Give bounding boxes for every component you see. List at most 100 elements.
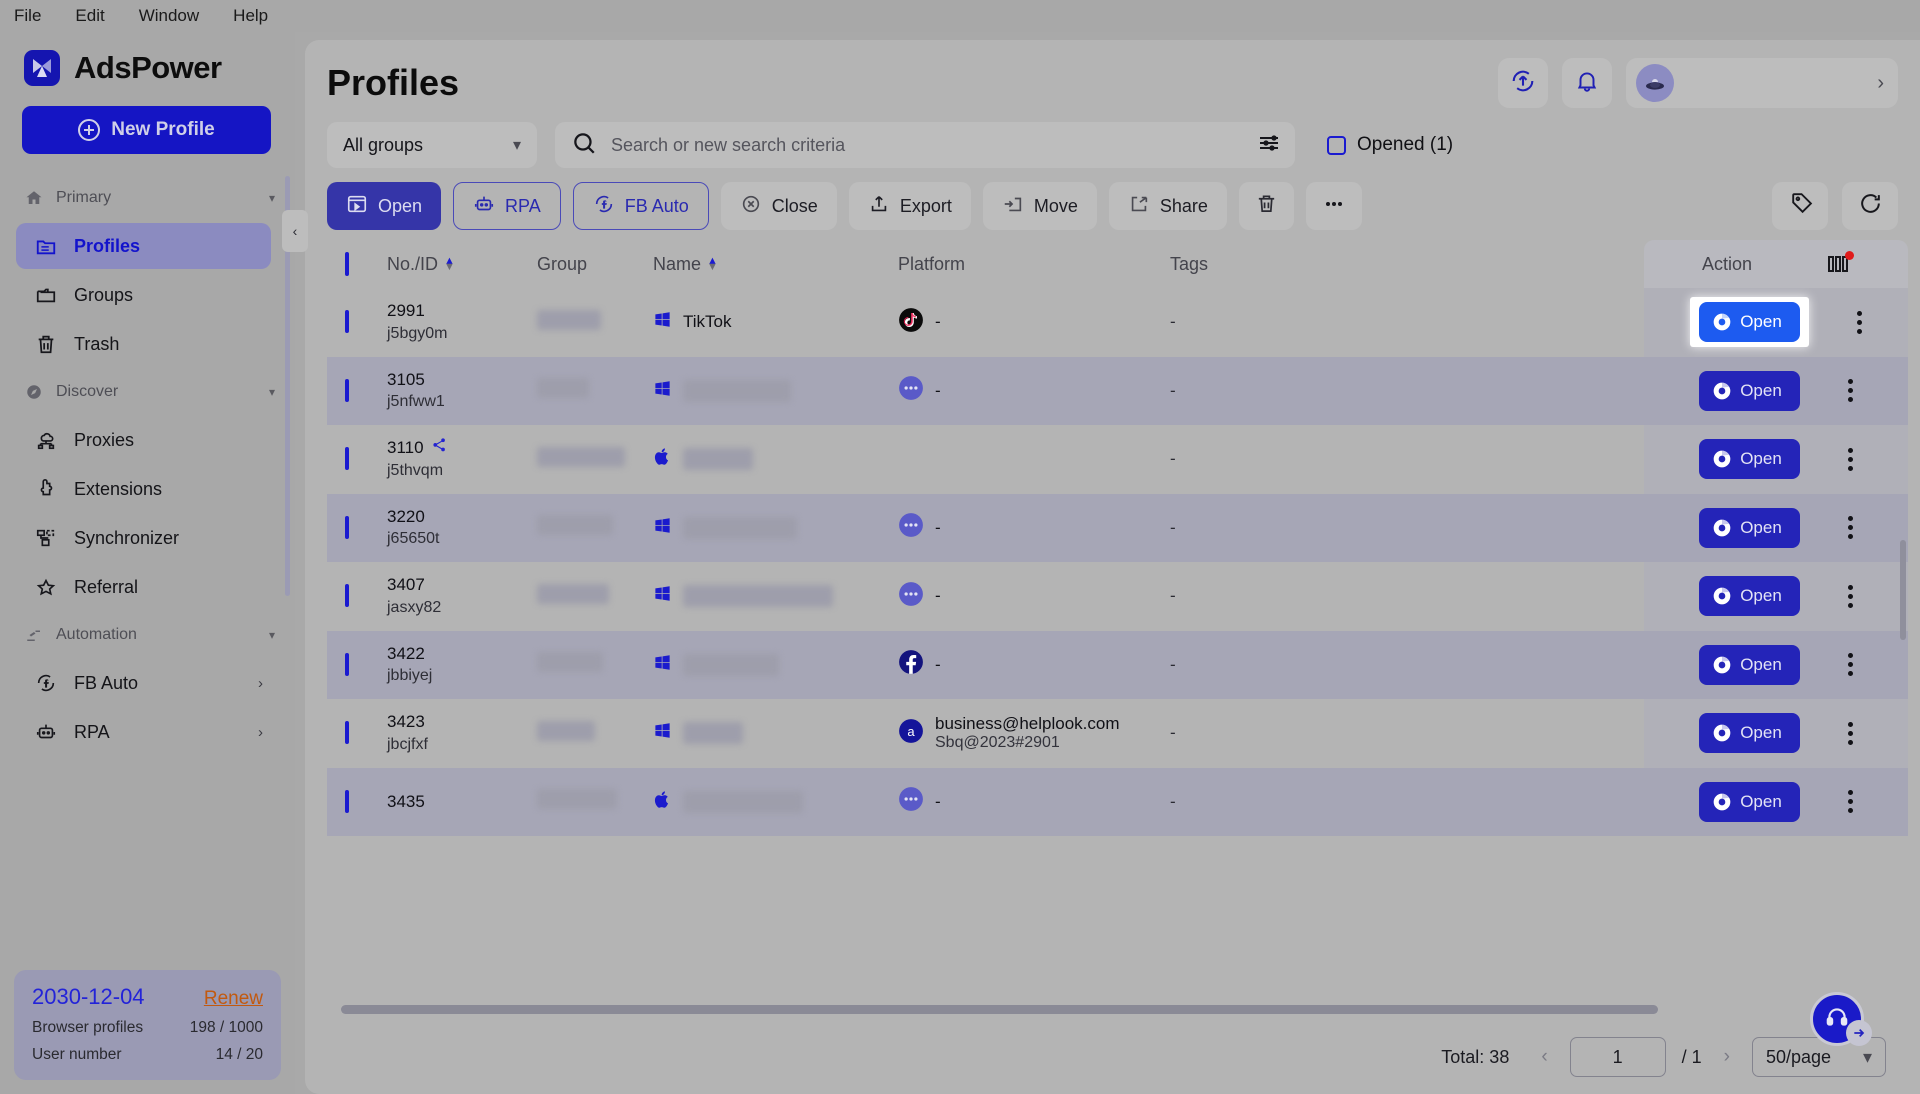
sidebar-item-profiles[interactable]: Profiles bbox=[16, 223, 271, 269]
table-row[interactable]: 2991 j5bgy0m TikTok - - Open bbox=[327, 288, 1908, 357]
menu-help[interactable]: Help bbox=[233, 6, 268, 26]
toolbar-export-button[interactable]: Export bbox=[848, 182, 971, 230]
row-more-button[interactable] bbox=[1856, 310, 1862, 334]
table-row[interactable]: 3407 jasxy82 - - Open bbox=[327, 562, 1908, 631]
table-row[interactable]: 3422 jbbiyej - - Open bbox=[327, 630, 1908, 699]
sidebar-item-proxies[interactable]: Proxies bbox=[16, 417, 271, 463]
close-circle-icon bbox=[740, 193, 762, 220]
menu-edit[interactable]: Edit bbox=[75, 6, 104, 26]
row-more-button[interactable] bbox=[1847, 584, 1853, 608]
row-checkbox[interactable] bbox=[345, 515, 387, 539]
os-icon bbox=[653, 584, 672, 608]
column-header-noid[interactable]: No./ID ▲ ▼ bbox=[387, 254, 537, 275]
row-more-button[interactable] bbox=[1847, 721, 1853, 745]
toolbar-fb-auto-button[interactable]: FB Auto bbox=[572, 182, 709, 230]
sidebar-item-rpa[interactable]: RPA › bbox=[16, 709, 271, 755]
menu-window[interactable]: Window bbox=[139, 6, 199, 26]
column-header-name[interactable]: Name ▲ ▼ bbox=[653, 254, 898, 275]
tag-manage-button[interactable] bbox=[1772, 182, 1828, 230]
group-filter-select[interactable]: All groups ▾ bbox=[327, 122, 537, 168]
table-row[interactable]: 3423 jbcjfxf a business@helplook.com Sbq@202… bbox=[327, 699, 1908, 768]
table-row[interactable]: 3105 j5nfww1 - - Open bbox=[327, 356, 1908, 425]
toolbar-more-button[interactable] bbox=[1305, 182, 1362, 230]
new-profile-button[interactable]: New Profile bbox=[22, 106, 271, 154]
table-row[interactable]: 3435 - - Open bbox=[327, 767, 1908, 836]
sidebar-item-groups[interactable]: Groups bbox=[16, 272, 271, 318]
select-all-checkbox[interactable] bbox=[345, 251, 387, 276]
row-open-button[interactable]: Open bbox=[1699, 644, 1800, 685]
row-open-button[interactable]: Open bbox=[1699, 781, 1800, 822]
row-more-button[interactable] bbox=[1847, 516, 1853, 540]
account-menu[interactable]: › bbox=[1626, 58, 1898, 108]
toolbar-rpa-button[interactable]: RPA bbox=[453, 182, 561, 230]
sliders-icon[interactable] bbox=[1257, 131, 1281, 160]
search-input[interactable] bbox=[611, 134, 1243, 156]
toolbar-close-button[interactable]: Close bbox=[720, 182, 837, 230]
sidebar-nav: Primary ▾ Profiles Groups Trash Discover… bbox=[0, 176, 295, 970]
row-open-button[interactable]: Open bbox=[1699, 576, 1800, 617]
row-more-button[interactable] bbox=[1847, 790, 1853, 814]
refresh-button[interactable] bbox=[1842, 182, 1898, 230]
table-vertical-scrollbar[interactable] bbox=[1900, 540, 1906, 640]
table-row[interactable]: 3110 j5thvqm - Open bbox=[327, 425, 1908, 494]
sort-icon[interactable]: ▲ ▼ bbox=[707, 256, 718, 273]
opened-filter-checkbox[interactable]: Opened (1) bbox=[1327, 134, 1453, 156]
sidebar-item-trash[interactable]: Trash bbox=[16, 321, 271, 367]
search-box[interactable] bbox=[555, 122, 1295, 168]
notifications-button[interactable] bbox=[1562, 58, 1612, 108]
sidebar-item-referral[interactable]: Referral bbox=[16, 564, 271, 610]
row-checkbox[interactable] bbox=[345, 652, 387, 676]
nav-section-automation[interactable]: Automation ▾ bbox=[0, 613, 295, 657]
row-id-cell: 3423 jbcjfxf bbox=[387, 710, 537, 756]
toolbar-share-button[interactable]: Share bbox=[1108, 182, 1227, 230]
row-open-button[interactable]: Open bbox=[1699, 507, 1800, 548]
row-checkbox[interactable] bbox=[345, 584, 387, 608]
row-checkbox[interactable] bbox=[345, 721, 387, 745]
row-profile-id: jasxy82 bbox=[387, 598, 442, 616]
adspower-logo-icon bbox=[24, 50, 60, 86]
row-id-cell: 3435 bbox=[387, 790, 537, 813]
column-header-tags[interactable]: Tags bbox=[1170, 254, 1644, 275]
table-row[interactable]: 3220 j65650t - - Open bbox=[327, 493, 1908, 562]
column-header-group[interactable]: Group bbox=[537, 254, 653, 275]
menu-file[interactable]: File bbox=[14, 6, 41, 26]
open-button-wrapper: Open bbox=[1699, 439, 1800, 480]
row-checkbox[interactable] bbox=[345, 789, 387, 813]
sidebar-collapse-button[interactable]: ‹ bbox=[282, 210, 308, 252]
row-name-cell bbox=[653, 516, 898, 540]
chevron-right-icon: › bbox=[1877, 71, 1884, 94]
row-open-button[interactable]: Open bbox=[1699, 713, 1800, 754]
next-page-button[interactable]: › bbox=[1718, 1046, 1736, 1068]
page-number-input[interactable]: 1 bbox=[1569, 1037, 1666, 1077]
toolbar-button-label: RPA bbox=[505, 195, 541, 216]
row-open-button[interactable]: Open bbox=[1699, 370, 1800, 411]
table-horizontal-scrollbar[interactable] bbox=[341, 1005, 1658, 1014]
sidebar-item-extensions[interactable]: Extensions bbox=[16, 466, 271, 512]
row-checkbox[interactable] bbox=[345, 310, 387, 334]
column-settings-icon[interactable] bbox=[1826, 251, 1855, 274]
renew-link[interactable]: Renew bbox=[204, 988, 263, 1010]
sidebar-item-synchronizer[interactable]: Synchronizer bbox=[16, 515, 271, 561]
nav-section-discover[interactable]: Discover ▾ bbox=[0, 370, 295, 414]
row-open-button[interactable]: Open bbox=[1699, 439, 1800, 480]
row-checkbox[interactable] bbox=[345, 447, 387, 471]
nav-section-primary[interactable]: Primary ▾ bbox=[0, 176, 295, 220]
column-header-platform[interactable]: Platform bbox=[898, 254, 1170, 275]
row-more-button[interactable] bbox=[1847, 447, 1853, 471]
row-checkbox[interactable] bbox=[345, 378, 387, 402]
trash-icon bbox=[34, 332, 58, 356]
sidebar-item-fb-auto[interactable]: FB Auto › bbox=[16, 660, 271, 706]
row-open-button[interactable]: Open bbox=[1699, 302, 1800, 343]
toolbar-delete-button[interactable] bbox=[1238, 182, 1294, 230]
sort-icon[interactable]: ▲ ▼ bbox=[444, 256, 455, 273]
prev-page-button[interactable]: ‹ bbox=[1535, 1046, 1553, 1068]
toolbar-open-button[interactable]: Open bbox=[327, 182, 442, 230]
open-button-label: Open bbox=[1740, 517, 1782, 537]
expand-arrow-icon[interactable] bbox=[1846, 1020, 1872, 1046]
row-more-button[interactable] bbox=[1847, 379, 1853, 403]
sync-upload-button[interactable] bbox=[1498, 58, 1548, 108]
toolbar-move-button[interactable]: Move bbox=[982, 182, 1097, 230]
checkbox-icon bbox=[345, 584, 349, 608]
row-more-button[interactable] bbox=[1847, 653, 1853, 677]
support-button[interactable] bbox=[1810, 992, 1872, 1046]
